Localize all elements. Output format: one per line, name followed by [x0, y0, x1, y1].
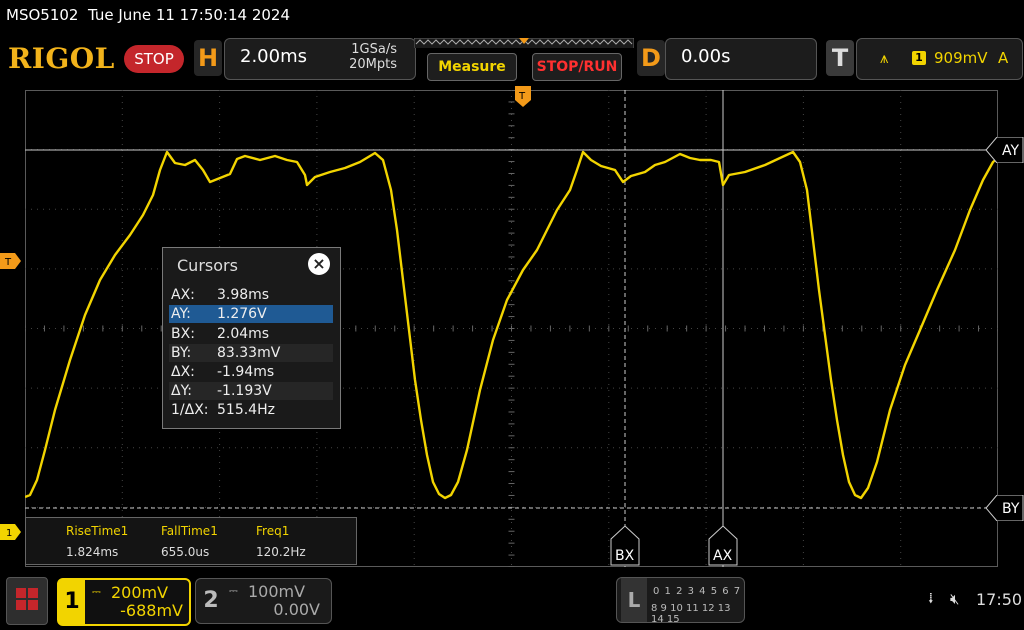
logic-letter: L [621, 578, 647, 622]
cursor-row-bx: BX: 2.04ms [169, 325, 333, 343]
measurement-panel[interactable]: RiseTime1 1.824ms FallTime1 655.0us Freq… [25, 517, 357, 565]
ch2-scale: 100mV [248, 582, 306, 601]
cursor-row-inv-delta-x: 1/ΔX: 515.4Hz [169, 401, 333, 419]
cursor-key: AX: [171, 287, 195, 303]
sample-rate-info: 1GSa/s 20Mpts [337, 42, 397, 72]
cursor-row-by: BY: 83.33mV [169, 344, 333, 362]
trigger-menu-button[interactable]: T [826, 40, 854, 76]
grid-menu-icon [16, 588, 38, 610]
stop-run-button[interactable]: STOP/RUN [532, 53, 622, 81]
timebase-value: 2.00ms [240, 46, 307, 67]
usb-icon: ⭭ [928, 589, 934, 608]
sample-rate: 1GSa/s [351, 42, 397, 57]
trigger-level-marker[interactable]: T [0, 253, 22, 269]
memory-position-bar[interactable] [414, 38, 634, 48]
cursor-row-ax: AX: 3.98ms [169, 286, 333, 304]
trigger-marker-label: T [4, 257, 12, 268]
cursor-bx-tag-label: BX [615, 548, 635, 564]
measurement-value: 1.824ms [66, 545, 119, 559]
ch1-offset: -688mV [120, 601, 183, 620]
main-menu-button[interactable] [6, 577, 48, 625]
cursor-key: ΔY: [171, 383, 192, 399]
cursor-row-delta-x: ΔX: -1.94ms [169, 363, 333, 381]
trigger-source-badge: 1 [912, 51, 926, 65]
cursor-by-tag-label: BY [1002, 501, 1020, 517]
ch2-offset: 0.00V [273, 600, 320, 619]
cursor-bx-tag[interactable]: BX [610, 526, 640, 566]
measurement-label: FallTime1 [161, 524, 218, 538]
cursor-value: 1.276V [217, 306, 267, 322]
cursor-key: 1/ΔX: [171, 402, 209, 418]
cursor-value: 515.4Hz [217, 402, 275, 418]
ch1-scale: 200mV [111, 583, 169, 602]
status-line: MSO5102 Tue June 11 17:50:14 2024 [0, 0, 290, 30]
delay-menu-button[interactable]: D [637, 40, 665, 76]
horizontal-menu-button[interactable]: H [194, 40, 222, 76]
cursors-title: Cursors [177, 256, 238, 275]
ch1-ground-label: 1 [6, 528, 12, 539]
trigger-level: 909mV [934, 49, 988, 67]
cursor-row-delta-y: ΔY: -1.193V [169, 382, 333, 400]
dc-coupling-icon: ⎓ [229, 584, 238, 597]
trigger-mode: A [998, 49, 1009, 67]
cursor-key: BY: [171, 345, 192, 361]
cursor-value: 3.98ms [217, 287, 270, 303]
rising-edge-icon: ⩚ [880, 49, 889, 67]
cursor-key: BX: [171, 326, 195, 342]
dc-coupling-icon: ⎓ [92, 585, 101, 598]
cursor-value: -1.193V [217, 383, 272, 399]
ch1-ground-marker[interactable]: 1 [0, 524, 22, 540]
measure-button[interactable]: Measure [427, 53, 517, 81]
datetime: Tue June 11 17:50:14 2024 [88, 6, 290, 24]
speaker-muted-icon[interactable]: 🔇︎ [950, 590, 959, 608]
measurement-value: 655.0us [161, 545, 210, 559]
measurement-label: Freq1 [256, 524, 290, 538]
logic-channels-row1: 0 1 2 3 4 5 6 7 [653, 586, 742, 597]
ch2-number: 2 [203, 588, 219, 613]
rigol-logo: RIGOL [8, 42, 115, 75]
cursor-row-ay[interactable]: AY: 1.276V [169, 305, 333, 323]
cursor-by-tag[interactable]: BY [986, 495, 1024, 521]
cursor-value: -1.94ms [217, 364, 275, 380]
cursors-panel[interactable]: Cursors × AX: 3.98ms AY: 1.276V BX: 2.04ms … [162, 247, 341, 429]
logic-analyzer-settings[interactable]: L 0 1 2 3 4 5 6 7 8 9 10 11 12 13 14 15 [616, 577, 745, 625]
cursor-value: 2.04ms [217, 326, 270, 342]
ch1-number: 1 [59, 580, 85, 624]
trigger-position-marker[interactable]: T [515, 86, 531, 108]
cursor-ax-tag[interactable]: AX [708, 526, 738, 566]
trigger-position-label: T [518, 91, 526, 102]
ch1-settings[interactable]: 1 ⎓ 200mV -688mV [57, 578, 191, 626]
ch2-settings[interactable]: 2 ⎓ 100mV 0.00V [195, 578, 332, 624]
cursor-value: 83.33mV [217, 345, 281, 361]
measurement-label: RiseTime1 [66, 524, 129, 538]
cursor-key: AY: [171, 306, 191, 322]
logic-channels-row2: 8 9 10 11 12 13 14 15 [651, 603, 731, 625]
cursor-ay-tag-label: AY [1002, 143, 1019, 159]
cursor-key: ΔX: [171, 364, 195, 380]
system-clock: 17:50 [976, 590, 1023, 609]
run-state-badge[interactable]: STOP [124, 45, 184, 73]
model-name: MSO5102 [6, 6, 79, 24]
delay-value: 0.00s [681, 46, 731, 67]
close-icon[interactable]: × [308, 253, 330, 275]
cursor-ax-tag-label: AX [713, 548, 733, 564]
memory-depth: 20Mpts [349, 57, 397, 72]
cursor-ay-tag[interactable]: AY [986, 137, 1024, 163]
measurement-value: 120.2Hz [256, 545, 306, 559]
